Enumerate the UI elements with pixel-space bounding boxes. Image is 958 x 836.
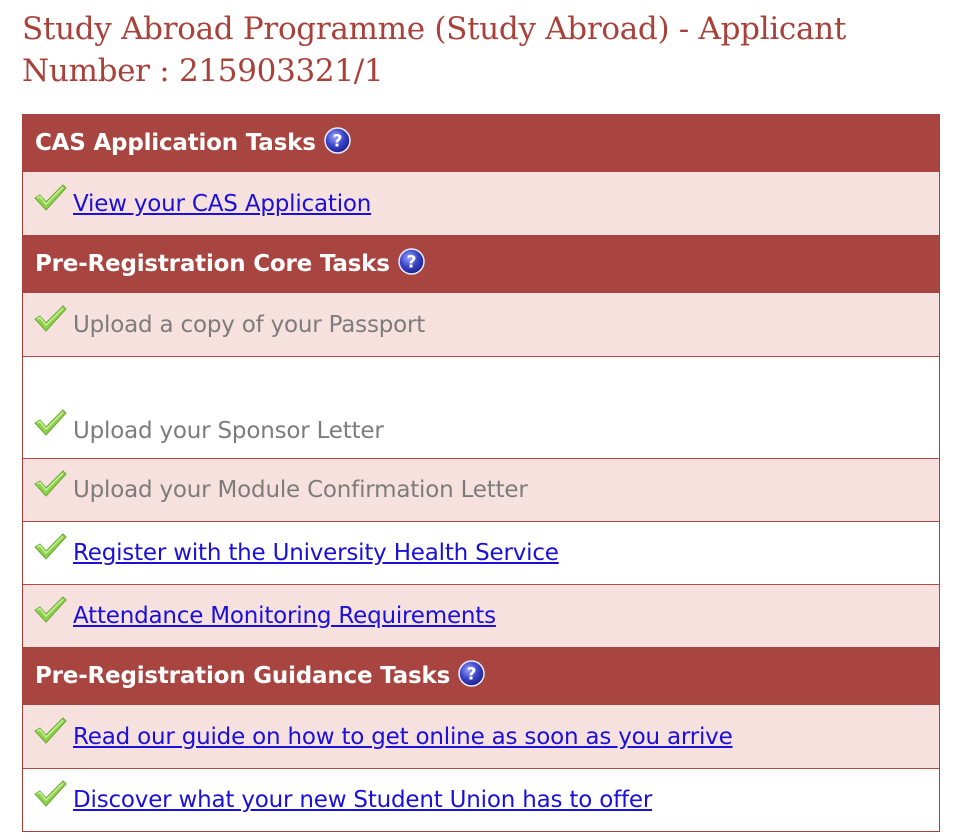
upload-sponsor-letter-task: Upload your Sponsor Letter: [73, 418, 384, 444]
task-row: Register with the University Health Serv…: [23, 521, 939, 584]
section-heading: CAS Application Tasks: [35, 130, 316, 156]
task-row: View your CAS Application: [23, 172, 939, 235]
task-row: Upload a copy of your Passport: [23, 293, 939, 356]
checkmark-icon: [33, 595, 67, 625]
task-row: Upload your Sponsor Letter: [23, 356, 939, 458]
task-row: Attendance Monitoring Requirements: [23, 584, 939, 647]
upload-module-confirmation-task: Upload your Module Confirmation Letter: [73, 477, 528, 503]
checkmark-icon: [33, 183, 67, 213]
section-header-cas-application: CAS Application Tasks: [23, 114, 939, 172]
view-cas-application-link[interactable]: View your CAS Application: [73, 191, 371, 217]
task-row: Upload your Module Confirmation Letter: [23, 458, 939, 521]
checkmark-icon: [33, 532, 67, 562]
online-guide-link[interactable]: Read our guide on how to get online as s…: [73, 724, 733, 750]
section-heading: Pre-Registration Guidance Tasks: [35, 663, 451, 689]
upload-passport-task: Upload a copy of your Passport: [73, 311, 426, 338]
checkmark-icon: [33, 304, 67, 334]
checkmark-icon: [33, 408, 67, 438]
task-row: Read our guide on how to get online as s…: [23, 705, 939, 768]
section-heading: Pre-Registration Core Tasks: [35, 251, 390, 277]
section-header-pre-registration-core: Pre-Registration Core Tasks: [23, 235, 939, 293]
register-health-service-link[interactable]: Register with the University Health Serv…: [73, 540, 559, 566]
section-header-pre-registration-guidance: Pre-Registration Guidance Tasks: [23, 647, 939, 705]
student-union-link[interactable]: Discover what your new Student Union has…: [73, 787, 652, 813]
page-title: Study Abroad Programme (Study Abroad) - …: [22, 11, 846, 89]
help-question-icon[interactable]: [324, 127, 351, 154]
checkmark-icon: [33, 716, 67, 746]
help-question-icon[interactable]: [398, 248, 425, 275]
checkmark-icon: [33, 779, 67, 809]
task-row: Discover what your new Student Union has…: [23, 768, 939, 831]
task-list: CAS Application Tasks View your CAS Appl…: [22, 114, 940, 832]
checkmark-icon: [33, 469, 67, 499]
attendance-monitoring-link[interactable]: Attendance Monitoring Requirements: [73, 603, 496, 629]
help-question-icon[interactable]: [458, 660, 485, 687]
